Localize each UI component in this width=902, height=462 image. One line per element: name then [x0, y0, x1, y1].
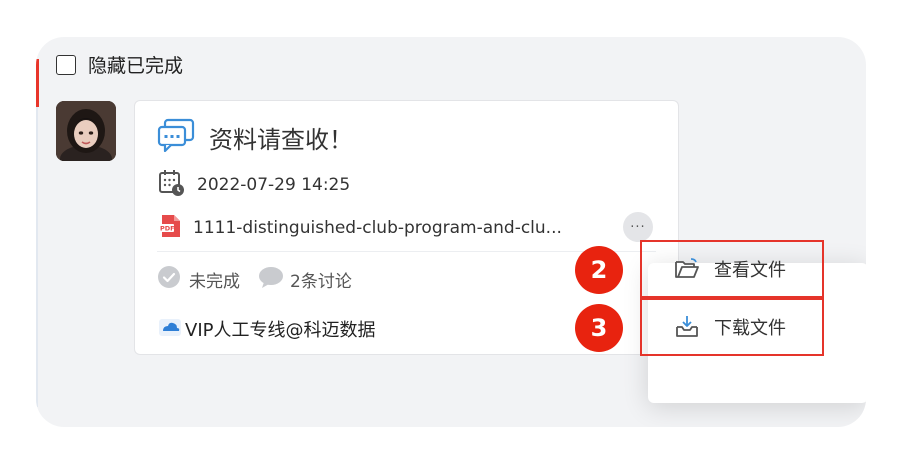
attachment-row[interactable]: PDF 1111-distinguished-club-program-and-…: [157, 213, 623, 243]
view-file-menu-item[interactable]: 查看文件: [640, 240, 824, 298]
step-badge-3: 3: [575, 304, 623, 352]
check-circle-icon[interactable]: [157, 265, 181, 293]
hide-completed-label: 隐藏已完成: [88, 55, 184, 77]
source-label: VIP人工专线@科迈数据: [185, 320, 376, 341]
pdf-file-icon: PDF: [157, 213, 183, 243]
chat-bubble-icon: [157, 118, 195, 156]
cloud-service-icon: [157, 316, 183, 342]
comment-icon[interactable]: [258, 265, 284, 293]
avatar[interactable]: [56, 101, 116, 161]
calendar-clock-icon: [157, 169, 185, 201]
comment-count[interactable]: 2条讨论: [290, 267, 352, 292]
folder-open-icon: [674, 258, 700, 280]
attachment-filename[interactable]: 1111-distinguished-club-program-and-clu.…: [193, 218, 623, 238]
download-file-menu-item[interactable]: 下载文件: [640, 298, 824, 356]
svg-text:PDF: PDF: [160, 225, 175, 233]
task-datetime: 2022-07-29 14:25: [197, 175, 351, 195]
hide-completed-checkbox[interactable]: [56, 54, 76, 75]
task-status: 未完成: [189, 271, 240, 292]
view-file-label: 查看文件: [714, 260, 786, 281]
download-icon: [674, 315, 700, 339]
divider: [157, 251, 656, 252]
task-title: 资料请查收！: [209, 125, 353, 154]
download-file-label: 下载文件: [714, 318, 786, 339]
more-options-button[interactable]: ···: [623, 212, 653, 242]
task-panel: 隐藏已完成 资料请查收！ 2022-07-29 14:25 PDF 1111-d…: [36, 37, 866, 427]
timeline-line: [36, 107, 38, 407]
accent-strip: [36, 59, 39, 107]
hide-completed-toggle[interactable]: 隐藏已完成: [56, 51, 183, 78]
step-badge-2: 2: [575, 246, 623, 294]
